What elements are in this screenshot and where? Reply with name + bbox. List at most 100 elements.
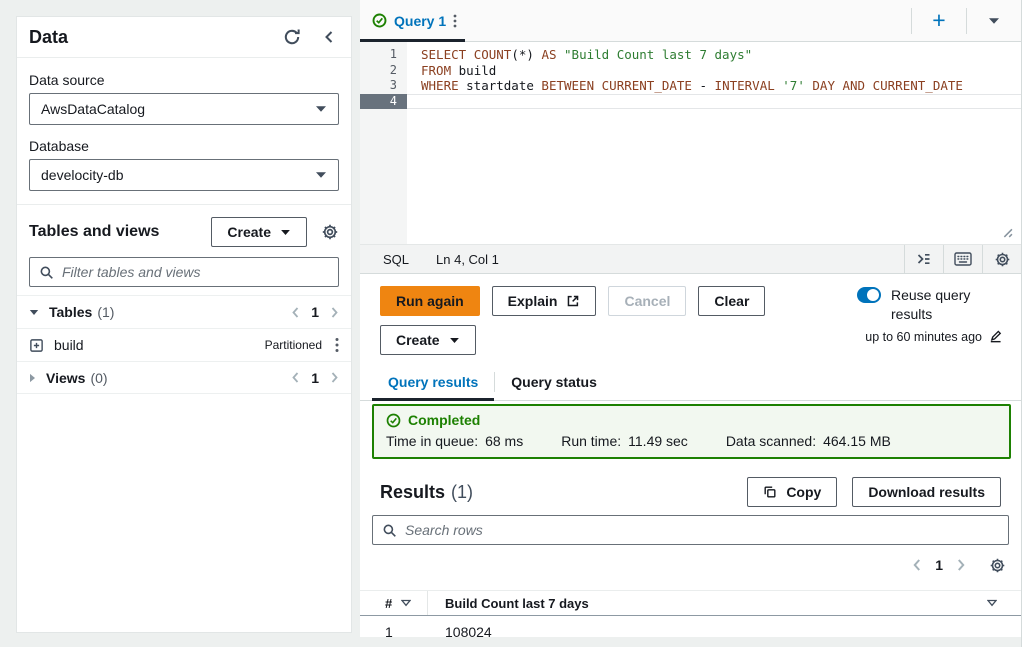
format-query-button[interactable] (904, 245, 943, 273)
tab-list-dropdown-button[interactable] (967, 0, 1021, 41)
query-results-tab-label: Query results (388, 374, 478, 390)
views-group-count: (0) (90, 370, 107, 386)
create-dropdown-button[interactable]: Create (380, 325, 476, 355)
prev-page-button[interactable] (291, 306, 300, 319)
filter-triangle-icon[interactable] (401, 599, 411, 607)
search-rows-box[interactable] (372, 515, 1009, 545)
code-lines: 1SELECT COUNT(*) AS "Build Count last 7 … (360, 42, 1021, 109)
next-page-button[interactable] (330, 306, 339, 319)
query-tabs-bar: Query 1 + (360, 0, 1021, 42)
editor-line[interactable]: 3WHERE startdate BETWEEN CURRENT_DATE - … (360, 78, 1021, 94)
insert-table-icon[interactable] (29, 338, 44, 353)
table-actions-menu-button[interactable] (335, 337, 339, 353)
line-number: 1 (360, 47, 407, 63)
table-name[interactable]: build (54, 337, 84, 353)
editor-status-bar: SQL Ln 4, Col 1 (360, 244, 1021, 274)
query-actions: Run again Explain Cancel Clear Create (360, 274, 1021, 364)
time-in-queue-label: Time in queue: (386, 433, 478, 449)
pencil-edit-icon (988, 329, 1003, 344)
collapsed-side-rail (1021, 0, 1029, 647)
editor-settings-button[interactable] (982, 245, 1021, 273)
prev-page-button[interactable] (912, 558, 922, 572)
chevron-left-icon (321, 29, 337, 45)
reuse-results-toggle[interactable] (857, 287, 881, 303)
copy-label: Copy (786, 484, 821, 500)
results-title: Results (380, 482, 445, 503)
run-time-label: Run time: (561, 433, 621, 449)
search-icon (39, 265, 54, 280)
prev-page-button[interactable] (291, 371, 300, 384)
table-row-build[interactable]: build Partitioned (17, 328, 351, 361)
panel-title: Data (29, 27, 263, 48)
table-header-row: # Build Count last 7 days (360, 590, 1021, 616)
editor-line[interactable]: 4 (360, 94, 1021, 110)
run-again-button[interactable]: Run again (380, 286, 480, 316)
query-completed-banner: Completed Time in queue: 68 ms Run time:… (372, 404, 1011, 459)
filter-tables-searchbox[interactable] (29, 257, 339, 287)
data-scanned-label: Data scanned: (726, 433, 816, 449)
tab-query-status[interactable]: Query status (495, 364, 613, 400)
plus-icon: + (932, 9, 945, 32)
cancel-button[interactable]: Cancel (608, 286, 686, 316)
explain-button[interactable]: Explain (492, 286, 597, 316)
reuse-duration-label: up to 60 minutes ago (865, 330, 982, 344)
tables-settings-button[interactable] (321, 223, 339, 241)
sql-code-editor[interactable]: 1SELECT COUNT(*) AS "Build Count last 7 … (360, 42, 1021, 244)
create-label: Create (227, 224, 271, 240)
filter-tables-input[interactable] (62, 264, 329, 280)
edit-reuse-duration-button[interactable] (988, 329, 1003, 344)
data-panel-header: Data (17, 17, 351, 58)
views-group-label: Views (46, 370, 85, 386)
results-tabs: Query results Query status (360, 364, 1021, 401)
kebab-menu-icon (453, 14, 457, 28)
results-pagination: 1 (360, 553, 1021, 577)
data-scanned-value: 464.15 MB (823, 433, 891, 449)
tables-group-row[interactable]: Tables (1) 1 (17, 295, 351, 328)
tab-options-menu-button[interactable] (453, 14, 457, 28)
table-row[interactable]: 1 108024 (360, 616, 1021, 647)
new-query-tab-button[interactable]: + (912, 0, 966, 41)
line-number: 3 (360, 78, 407, 94)
views-group-row[interactable]: Views (0) 1 (17, 361, 351, 394)
collapse-panel-button[interactable] (321, 29, 337, 45)
next-page-button[interactable] (330, 371, 339, 384)
database-select[interactable]: develocity-db (29, 159, 339, 191)
copy-button[interactable]: Copy (747, 477, 837, 507)
next-page-button[interactable] (956, 558, 966, 572)
data-source-select[interactable]: AwsDataCatalog (29, 93, 339, 125)
kebab-menu-icon (335, 337, 339, 353)
create-dropdown-button[interactable]: Create (211, 217, 307, 247)
results-count: (1) (451, 482, 473, 503)
code-text: SELECT COUNT(*) AS "Build Count last 7 d… (407, 47, 752, 63)
refresh-button[interactable] (283, 28, 301, 46)
results-preferences-button[interactable] (989, 557, 1006, 574)
query-editor-panel: Query 1 + 1SELECT CO (360, 0, 1021, 637)
editor-line[interactable]: 2FROM build (360, 63, 1021, 79)
data-source-value: AwsDataCatalog (41, 101, 145, 117)
tab-label: Query 1 (394, 13, 446, 29)
editor-resize-handle[interactable] (1000, 225, 1013, 238)
cancel-label: Cancel (624, 293, 670, 309)
completed-status-label: Completed (408, 412, 480, 428)
keyboard-icon (954, 252, 972, 266)
collapsed-triangle-icon[interactable] (29, 373, 36, 383)
line-number: 2 (360, 63, 407, 79)
format-icon (916, 251, 932, 267)
download-results-button[interactable]: Download results (852, 477, 1001, 507)
results-header: Results (1) Copy Download results (380, 476, 1001, 508)
filter-triangle-icon[interactable] (987, 599, 1021, 607)
search-rows-input[interactable] (405, 522, 999, 538)
tab-query-results[interactable]: Query results (372, 364, 494, 400)
expand-triangle-icon[interactable] (29, 309, 39, 316)
gear-icon (989, 557, 1006, 574)
caret-down-icon (449, 337, 460, 344)
code-text: FROM build (407, 63, 496, 79)
code-text (407, 94, 421, 110)
clear-button[interactable]: Clear (698, 286, 765, 316)
keyboard-shortcuts-button[interactable] (943, 245, 982, 273)
database-value: develocity-db (41, 167, 124, 183)
tab-query-1[interactable]: Query 1 (360, 0, 465, 41)
caret-down-icon (280, 229, 291, 236)
build-count-column-header: Build Count last 7 days (445, 596, 589, 611)
editor-line[interactable]: 1SELECT COUNT(*) AS "Build Count last 7 … (360, 47, 1021, 63)
